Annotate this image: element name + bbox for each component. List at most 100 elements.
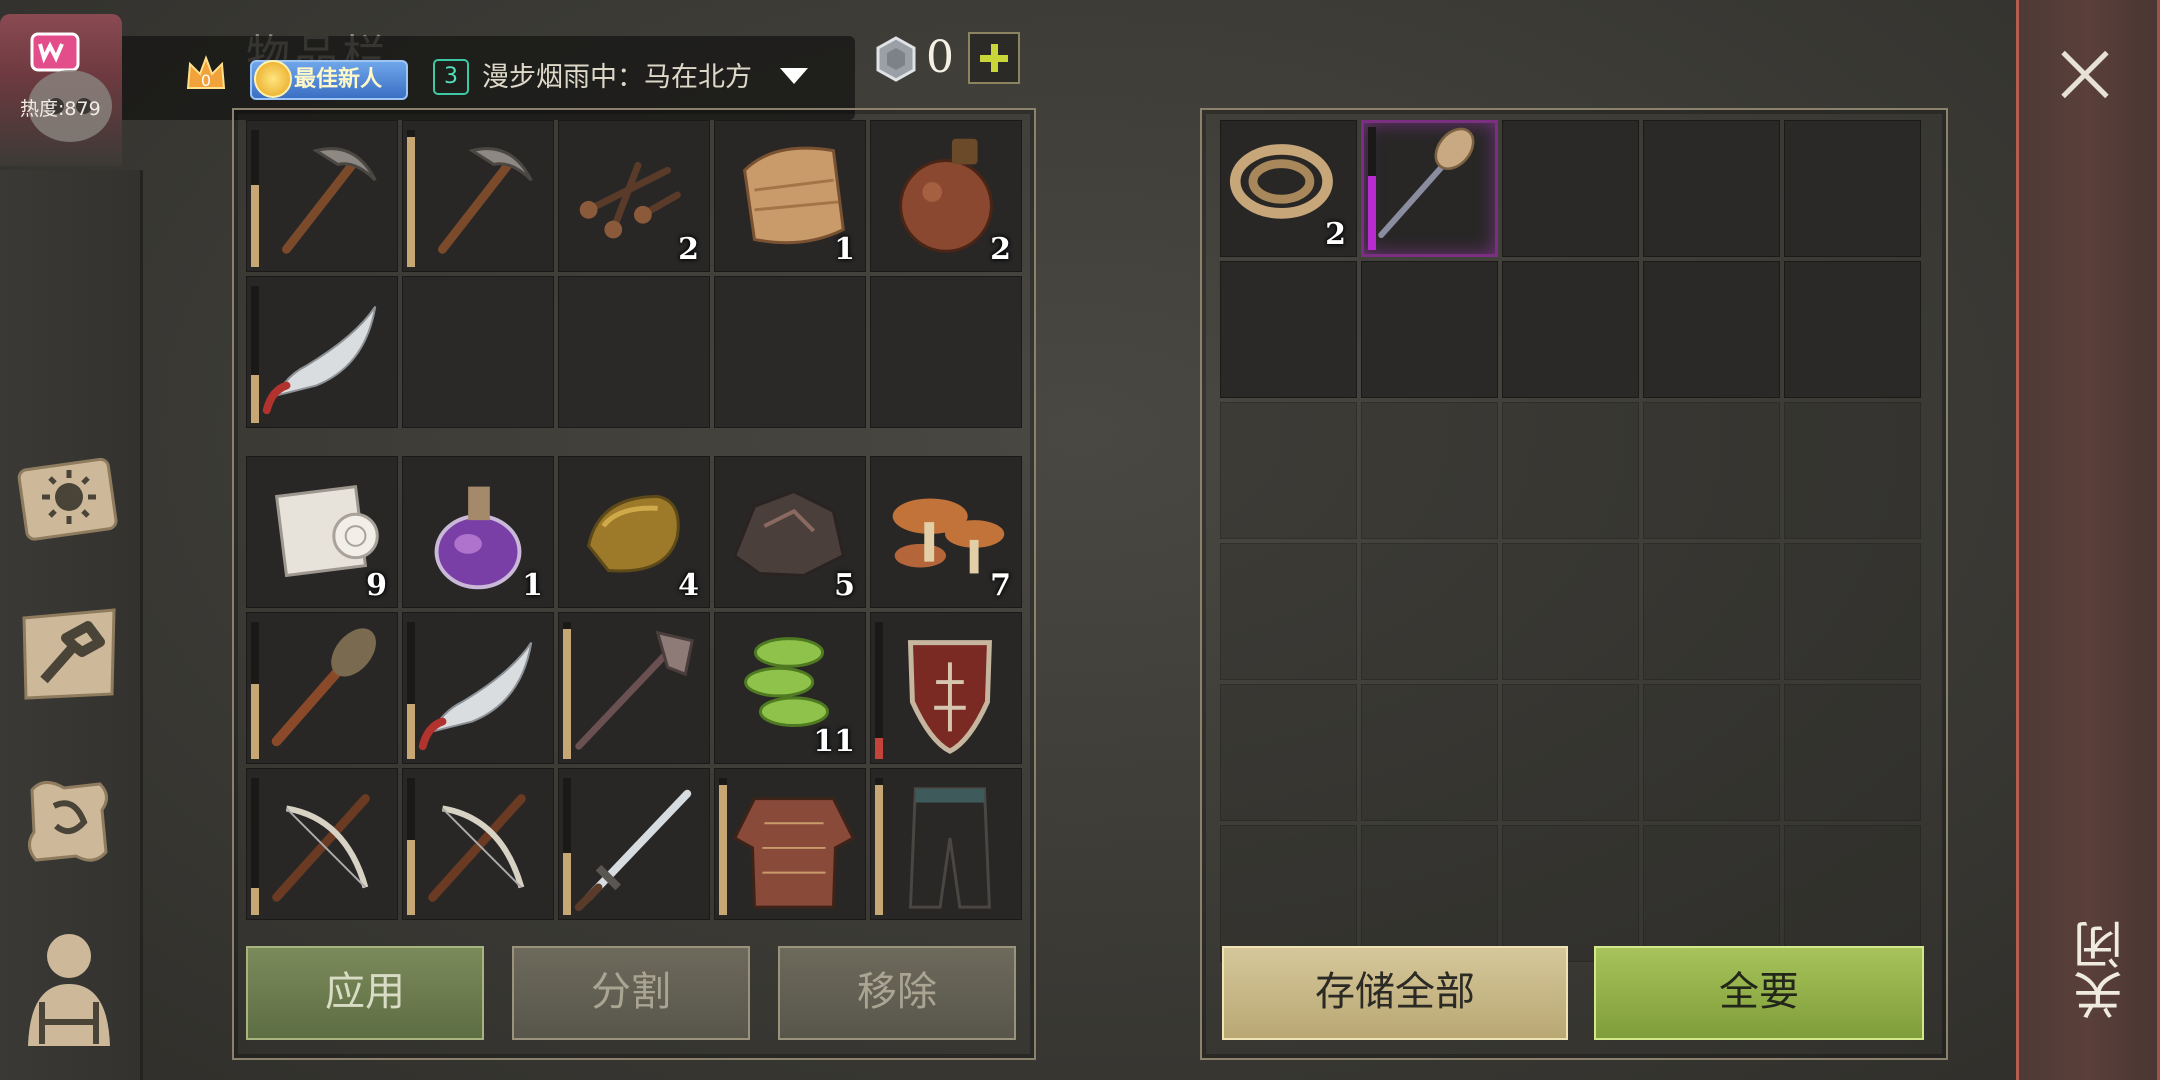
apply-button[interactable]: 应用	[246, 946, 484, 1040]
empty-slot[interactable]	[558, 276, 710, 428]
journal-sun-icon[interactable]	[14, 440, 124, 550]
mace-purple-icon	[1364, 123, 1495, 254]
item-slot-mushrooms[interactable]: 7	[870, 456, 1022, 608]
pickaxe-icon	[247, 121, 397, 271]
empty-slot[interactable]	[1784, 825, 1921, 962]
badge-label: 最佳新人	[294, 67, 383, 92]
item-slot-machete[interactable]	[402, 612, 554, 764]
empty-slot[interactable]	[1220, 261, 1357, 398]
item-slot-sword[interactable]	[558, 768, 710, 920]
empty-slot[interactable]	[1784, 120, 1921, 257]
empty-slot[interactable]	[1502, 402, 1639, 539]
best-newcomer-badge[interactable]: 最佳新人	[250, 60, 408, 100]
durability-bar	[563, 622, 571, 759]
character-equipment-icon[interactable]	[14, 926, 124, 1046]
close-label[interactable]: 关闭	[2066, 920, 2138, 1020]
mace-icon	[559, 613, 709, 763]
item-slot-pickaxe[interactable]	[402, 120, 554, 272]
empty-slot[interactable]	[1502, 543, 1639, 680]
item-slot-cloth[interactable]: 1	[714, 120, 866, 272]
crossbow-icon	[247, 769, 397, 919]
item-count: 4	[678, 568, 699, 603]
empty-slot[interactable]	[1643, 402, 1780, 539]
item-slot-green-coins[interactable]: 11	[714, 612, 866, 764]
silver-coin-icon	[874, 36, 918, 82]
empty-slot[interactable]	[1361, 825, 1498, 962]
item-slot-paper-roll[interactable]: 9	[246, 456, 398, 608]
durability-bar	[407, 778, 415, 915]
empty-slot[interactable]	[1502, 684, 1639, 821]
item-slot-gold-ingot[interactable]: 4	[558, 456, 710, 608]
split-button[interactable]: 分割	[512, 946, 750, 1040]
empty-slot[interactable]	[1220, 402, 1357, 539]
empty-slot[interactable]	[1502, 120, 1639, 257]
item-slot-mace[interactable]	[558, 612, 710, 764]
empty-slot[interactable]	[870, 276, 1022, 428]
empty-slot[interactable]	[1784, 261, 1921, 398]
channel-name[interactable]: 漫步烟雨中：马在北方	[482, 58, 772, 98]
empty-slot[interactable]	[1502, 261, 1639, 398]
item-slot-crossbow[interactable]	[402, 768, 554, 920]
item-slot-club[interactable]	[246, 612, 398, 764]
inventory-quick-grid: 2 1 2	[246, 120, 1022, 428]
durability-bar	[719, 778, 727, 915]
take-all-button[interactable]: 全要	[1594, 946, 1924, 1040]
player-avatar[interactable]	[0, 14, 122, 166]
inventory-main-grid: 9 1 4 5 7 11	[246, 456, 1022, 920]
close-icon[interactable]	[2060, 50, 2110, 100]
empty-slot[interactable]	[1361, 261, 1498, 398]
durability-bar	[875, 778, 883, 915]
item-slot-leather-pants[interactable]	[870, 768, 1022, 920]
add-coins-button[interactable]	[968, 32, 1020, 84]
close-sidebar[interactable]	[2016, 0, 2160, 1080]
item-slot-nails[interactable]: 2	[558, 120, 710, 272]
empty-slot[interactable]	[1784, 684, 1921, 821]
empty-slot[interactable]	[1643, 543, 1780, 680]
store-all-button[interactable]: 存储全部	[1222, 946, 1568, 1040]
empty-slot[interactable]	[1784, 543, 1921, 680]
chevron-down-icon[interactable]	[780, 68, 808, 84]
channel-number: 3	[433, 59, 469, 95]
item-slot-machete[interactable]	[246, 276, 398, 428]
empty-slot[interactable]	[1643, 825, 1780, 962]
empty-slot[interactable]	[1361, 402, 1498, 539]
empty-slot[interactable]	[1220, 684, 1357, 821]
crossbow-icon	[403, 769, 553, 919]
durability-bar	[251, 622, 259, 759]
storage-grid: 2	[1220, 120, 1921, 962]
item-slot-iron-ore[interactable]: 5	[714, 456, 866, 608]
item-slot-crossbow[interactable]	[246, 768, 398, 920]
empty-slot[interactable]	[1361, 543, 1498, 680]
crafting-hammer-icon[interactable]	[14, 598, 124, 708]
empty-slot[interactable]	[1220, 543, 1357, 680]
item-slot-rope[interactable]: 2	[1220, 120, 1357, 257]
empty-slot[interactable]	[1643, 120, 1780, 257]
item-count: 5	[834, 568, 855, 603]
item-slot-mace-purple[interactable]	[1361, 120, 1498, 257]
empty-slot[interactable]	[1502, 825, 1639, 962]
empty-slot[interactable]	[1361, 684, 1498, 821]
item-count: 2	[678, 232, 699, 267]
item-slot-water-flask[interactable]: 2	[870, 120, 1022, 272]
empty-slot[interactable]	[1643, 684, 1780, 821]
scroll-quest-icon[interactable]	[14, 766, 124, 876]
item-slot-shield[interactable]	[870, 612, 1022, 764]
durability-bar	[407, 622, 415, 759]
chain-shirt-icon	[715, 769, 865, 919]
item-slot-pickaxe[interactable]	[246, 120, 398, 272]
machete-icon	[403, 613, 553, 763]
item-slot-purple-potion[interactable]: 1	[402, 456, 554, 608]
coin-value: 0	[926, 32, 954, 83]
remove-button[interactable]: 移除	[778, 946, 1016, 1040]
item-slot-chain-shirt[interactable]	[714, 768, 866, 920]
empty-slot[interactable]	[402, 276, 554, 428]
durability-bar	[563, 778, 571, 915]
empty-slot[interactable]	[1643, 261, 1780, 398]
leather-pants-icon	[871, 769, 1021, 919]
empty-slot[interactable]	[1220, 825, 1357, 962]
empty-slot[interactable]	[714, 276, 866, 428]
item-count: 1	[834, 232, 855, 267]
empty-slot[interactable]	[1784, 402, 1921, 539]
shield-icon	[871, 613, 1021, 763]
durability-bar	[251, 130, 259, 267]
